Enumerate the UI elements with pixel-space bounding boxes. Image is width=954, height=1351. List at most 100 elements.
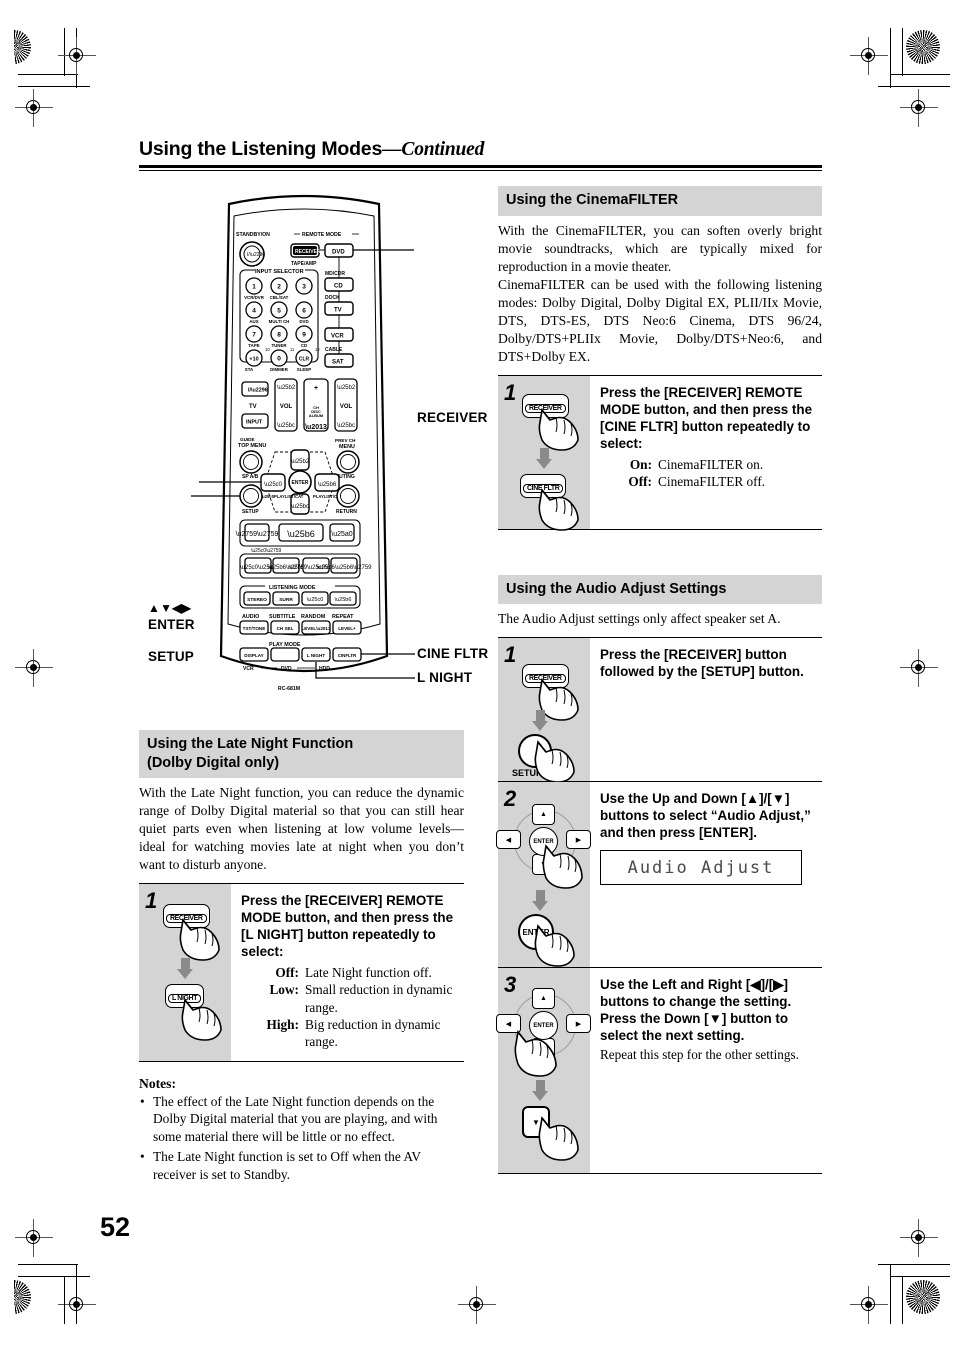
- left-column: Using the Late Night Function (Dolby Dig…: [139, 730, 464, 1186]
- step-number: 1: [504, 642, 517, 668]
- color-target-top-right: [906, 30, 940, 64]
- cinemafilter-intro-2: CinemaFILTER can be used with the follow…: [498, 276, 822, 364]
- svg-text:L NIGHT: L NIGHT: [307, 653, 325, 658]
- svg-text:RANDOM: RANDOM: [301, 614, 326, 620]
- down-key-graphic[interactable]: ▼: [522, 1106, 550, 1139]
- option-row: Low: Small reduction in dynamic range.: [241, 981, 460, 1016]
- cursor-pad-graphic[interactable]: ▲ ▼ ◀ ▶ ENTER: [496, 988, 592, 1066]
- step-text: Use the Left and Right [◀]/[▶] buttons t…: [590, 968, 822, 1173]
- svg-text:STEREO: STEREO: [247, 597, 267, 603]
- l-night-key-graphic[interactable]: L NIGHT: [165, 984, 205, 1009]
- svg-text:GUIDE: GUIDE: [240, 437, 255, 442]
- svg-text:TAPE: TAPE: [248, 343, 259, 348]
- svg-text:HDD: HDD: [319, 666, 330, 672]
- enter-button-graphic[interactable]: ENTER: [518, 914, 554, 951]
- svg-text:\u25b2: \u25b2: [291, 459, 310, 465]
- svg-text:\u25bc: \u25bc: [277, 423, 295, 429]
- cursor-pad-graphic[interactable]: ▲ ▼ ◀ ▶ ENTER: [496, 804, 592, 882]
- svg-text:I/\u2296: I/\u2296: [247, 252, 265, 258]
- option-row: High: Big reduction in dynamic range.: [241, 1016, 460, 1051]
- cinemafilter-heading: Using the CinemaFILTER: [498, 186, 822, 216]
- left-arrow-key[interactable]: ◀: [496, 1014, 521, 1034]
- note-item: The effect of the Late Night function de…: [139, 1093, 464, 1146]
- cine-fltr-key-graphic[interactable]: CINE FLTR: [520, 473, 567, 498]
- step-number: 1: [504, 379, 517, 405]
- step-number: 1: [145, 888, 158, 914]
- svg-text:CD: CD: [301, 343, 307, 348]
- step-subtext: Repeat this step for the other settings.: [600, 1047, 799, 1063]
- cinemafilter-options: On: CinemaFILTER on. Off: CinemaFILTER o…: [600, 456, 818, 491]
- svg-text:TUNER: TUNER: [271, 343, 287, 348]
- svg-text:TST/TONE: TST/TONE: [243, 626, 266, 631]
- right-arrow-key[interactable]: ▶: [566, 830, 591, 850]
- svg-text:DISPLAY: DISPLAY: [244, 653, 264, 658]
- reg-mark: [850, 37, 888, 75]
- up-arrow-key[interactable]: ▲: [532, 804, 555, 826]
- step-text: Press the [RECEIVER] REMOTE MODE button,…: [590, 376, 822, 529]
- svg-text:MULTI CH: MULTI CH: [269, 319, 290, 324]
- cinemafilter-intro-1: With the CinemaFILTER, you can soften ov…: [498, 222, 822, 274]
- down-arrow-key[interactable]: ▼: [532, 1038, 555, 1060]
- svg-text:5: 5: [277, 308, 281, 315]
- svg-text:I/\u2296: I/\u2296: [248, 388, 268, 394]
- callout-enter: ENTER: [148, 617, 195, 632]
- option-row: On: CinemaFILTER on.: [600, 456, 818, 473]
- callout-arrow-keys: ▲▼◀▶: [148, 601, 192, 615]
- option-key: Off:: [275, 965, 299, 981]
- svg-text:\u25c0: \u25c0: [264, 482, 283, 488]
- running-head: Using the Listening Modes—Continued: [139, 138, 822, 172]
- enter-key[interactable]: ENTER: [529, 827, 558, 857]
- callout-setup: SETUP: [148, 649, 195, 664]
- late-night-heading-line2: (Dolby Digital only): [147, 754, 280, 771]
- svg-text:9: 9: [302, 332, 306, 339]
- cine-fltr-key-label: CINE FLTR: [523, 483, 564, 493]
- audio-adjust-intro: The Audio Adjust settings only affect sp…: [498, 611, 781, 627]
- right-arrow-key[interactable]: ▶: [566, 1014, 591, 1034]
- manual-page: Using the Listening Modes—Continued STAN…: [0, 0, 954, 1351]
- svg-text:DOCK: DOCK: [325, 295, 340, 301]
- setup-button-graphic[interactable]: [518, 734, 552, 769]
- receiver-key-graphic[interactable]: RECEIVER: [163, 904, 210, 929]
- cinemafilter-step-1: 1 RECEIVER CINE FLTR Press the [RECEIVER…: [498, 375, 822, 531]
- receiver-key-graphic[interactable]: RECEIVER: [522, 664, 569, 689]
- svg-text:+: +: [314, 385, 318, 392]
- step-gutter: 3 ▲ ▼ ◀ ▶ ENTER ▼: [496, 968, 592, 1174]
- receiver-key-graphic[interactable]: RECEIVER: [522, 393, 569, 418]
- audio-adjust-step-3: 3 ▲ ▼ ◀ ▶ ENTER ▼ Use the Left and Right…: [496, 968, 822, 1175]
- color-target-bottom-left: [14, 1280, 48, 1314]
- svg-text:10: 10: [265, 347, 270, 352]
- late-night-heading-line1: Using the Late Night Function: [147, 736, 354, 752]
- svg-text:PREV CH: PREV CH: [335, 438, 356, 443]
- late-night-step-1: 1 RECEIVER L NIGHT Press the [RECEIVER] …: [139, 884, 464, 1062]
- option-key: Low:: [269, 982, 299, 998]
- svg-text:SURR: SURR: [279, 597, 293, 603]
- reg-mark: [15, 89, 53, 127]
- svg-text:VCR: VCR: [243, 666, 254, 672]
- enter-key[interactable]: ENTER: [529, 1011, 558, 1041]
- step-instruction: Press the [RECEIVER] REMOTE MODE button,…: [241, 893, 454, 960]
- step-text: Press the [RECEIVER] REMOTE MODE button,…: [231, 884, 464, 1060]
- reg-mark: [58, 37, 96, 75]
- reg-mark: [58, 1286, 96, 1324]
- cinemafilter-steps: 1 RECEIVER CINE FLTR Press the [RECEIVER…: [498, 374, 822, 531]
- down-arrow-key[interactable]: ▼: [532, 854, 555, 876]
- late-night-options: Off: Late Night function off. Low: Small…: [241, 964, 460, 1050]
- callout-l-night: L NIGHT: [417, 670, 473, 685]
- svg-text:TV: TV: [334, 308, 342, 314]
- up-arrow-key[interactable]: ▲: [532, 988, 555, 1010]
- svg-text:CD: CD: [334, 284, 343, 290]
- step-gutter: 1 RECEIVER SETUP: [498, 638, 590, 783]
- svg-text:ALBUM: ALBUM: [309, 413, 324, 418]
- svg-text:VOL: VOL: [280, 404, 293, 410]
- late-night-heading: Using the Late Night Function (Dolby Dig…: [139, 730, 464, 779]
- svg-text:0: 0: [277, 356, 281, 363]
- step-instruction-b: Press the Down [▼] button to select the …: [600, 1011, 789, 1044]
- left-arrow-key[interactable]: ◀: [496, 830, 521, 850]
- svg-text:CBL/SAT: CBL/SAT: [270, 295, 289, 300]
- svg-text:REMOTE MODE: REMOTE MODE: [302, 232, 342, 238]
- audio-adjust-step-2: 2 ▲ ▼ ◀ ▶ ENTER ENTER Use the Up and Dow…: [496, 782, 822, 969]
- option-value: CinemaFILTER on.: [658, 456, 764, 472]
- svg-text:\u25a0: \u25a0: [331, 531, 353, 538]
- down-arrow-icon: [532, 1080, 548, 1102]
- option-value: CinemaFILTER off.: [658, 473, 766, 489]
